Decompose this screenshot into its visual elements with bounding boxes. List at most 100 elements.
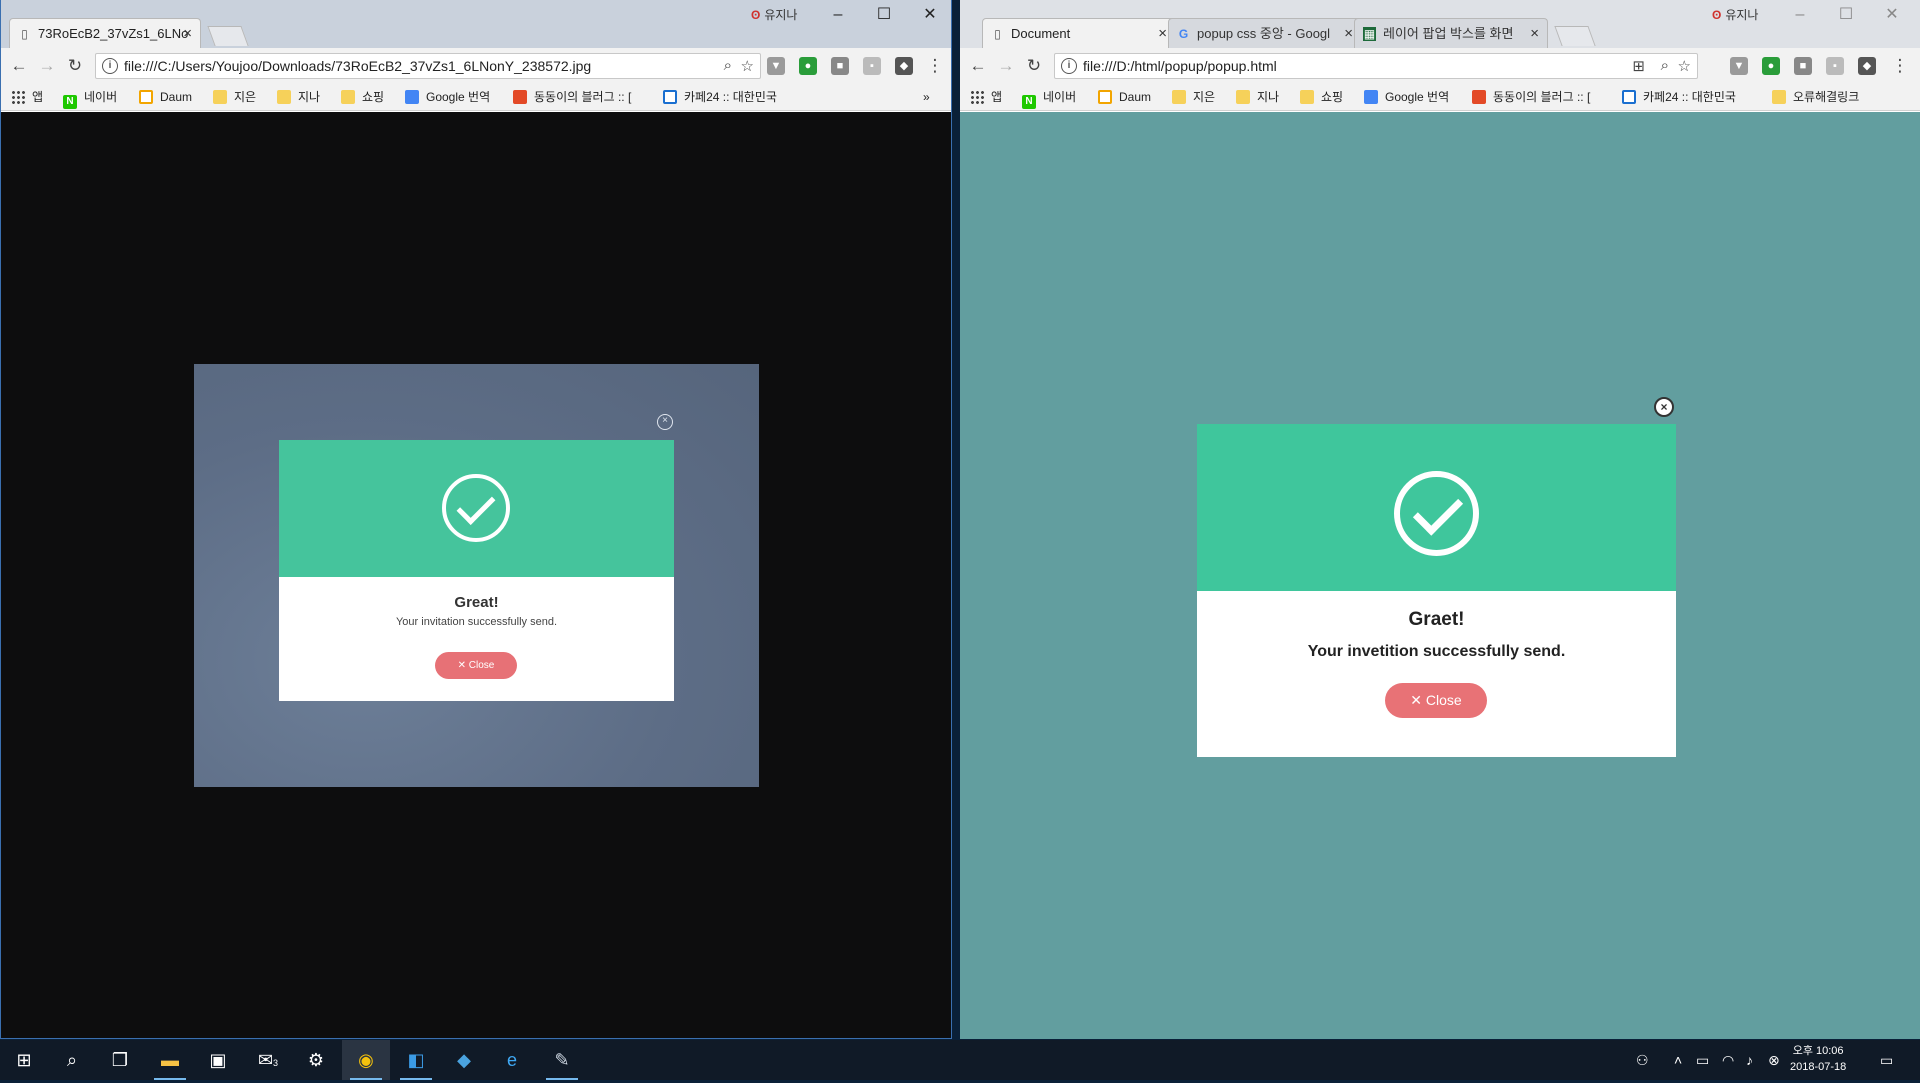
extension-icon[interactable]: ▼: [1730, 57, 1748, 75]
notification-icon[interactable]: ▭: [1880, 1040, 1893, 1080]
maximize-button[interactable]: ☐: [861, 0, 907, 30]
search-icon[interactable]: ⌕: [48, 1040, 96, 1080]
bookmark-star-icon[interactable]: ☆: [1678, 57, 1691, 75]
bookmark-star-icon[interactable]: ☆: [741, 57, 754, 75]
clock[interactable]: 오후 10:06 2018-07-18: [1790, 1043, 1846, 1075]
bookmark-daum[interactable]: Daum: [139, 88, 192, 106]
bookmark-folder[interactable]: 지나: [277, 88, 320, 106]
bookmark-folder[interactable]: 지나: [1236, 88, 1279, 106]
new-tab-button[interactable]: [1554, 26, 1596, 46]
reload-button[interactable]: ↻: [1024, 56, 1044, 76]
bookmark-naver[interactable]: N 네이버: [1022, 88, 1076, 109]
settings-icon[interactable]: ⚙: [292, 1040, 340, 1080]
bookmark-daum[interactable]: Daum: [1098, 88, 1151, 106]
bookmark-folder[interactable]: 지은: [1172, 88, 1215, 106]
reload-button[interactable]: ↻: [65, 56, 85, 76]
address-bar[interactable]: i file:///C:/Users/Youjoo/Downloads/73Ro…: [95, 53, 761, 79]
app-icon[interactable]: ◆: [440, 1040, 488, 1080]
battery-icon[interactable]: ▭: [1696, 1040, 1709, 1080]
forward-button[interactable]: →: [996, 56, 1016, 76]
bookmark-cafe24[interactable]: 카페24 :: 대한민국: [663, 88, 777, 106]
zoom-icon[interactable]: ⌕: [724, 57, 732, 74]
bookmark-apps[interactable]: 앱: [970, 88, 1002, 106]
edge-icon[interactable]: e: [488, 1040, 536, 1080]
ime-icon[interactable]: ⊗: [1768, 1040, 1780, 1080]
info-icon[interactable]: i: [1061, 58, 1077, 74]
zoom-icon[interactable]: ⌕: [1661, 57, 1669, 74]
bookmark-blog[interactable]: 동동이의 블러그 :: [: [1472, 88, 1590, 106]
extension-icon[interactable]: ◆: [895, 57, 913, 75]
translate-icon[interactable]: ⊞: [1632, 57, 1645, 75]
bookmark-google-translate[interactable]: Google 번역: [1364, 88, 1449, 106]
people-icon[interactable]: ⚇: [1636, 1040, 1649, 1080]
left-browser-window: ▯ 73RoEcB2_37vZs1_6LNo × ʘ 유지나 – ☐ ✕ ← → …: [0, 0, 952, 1039]
new-tab-button[interactable]: [207, 26, 249, 46]
store-icon[interactable]: ▣: [194, 1040, 242, 1080]
bookmark-cafe24[interactable]: 카페24 :: 대한민국: [1622, 88, 1736, 106]
bookmark-folder[interactable]: 지은: [213, 88, 256, 106]
bookmark-blog[interactable]: 동동이의 블러그 :: [: [513, 88, 631, 106]
file-explorer-icon[interactable]: ▬: [146, 1040, 194, 1080]
bookmark-apps[interactable]: 앱: [11, 88, 43, 106]
profile-badge[interactable]: ʘ 유지나: [1712, 6, 1758, 23]
extension-icon[interactable]: ●: [1762, 57, 1780, 75]
tab-title: popup css 중앙 - Googl: [1197, 26, 1331, 41]
popup-message: Your invitation successfully send.: [395, 616, 557, 628]
toolbar: ← → ↻ i file:///D:/html/popup/popup.html…: [960, 48, 1920, 84]
address-bar[interactable]: i file:///D:/html/popup/popup.html ⊞ ⌕ ☆: [1054, 53, 1698, 79]
taskbar: ⊞ ⌕ ❐ ▬ ▣ ✉3 ⚙ ◉ ◧ ◆ e ✎ ⚇ ˄ ▭ ◠ ♪ ⊗ 오후 …: [0, 1040, 1920, 1080]
bookmark-naver[interactable]: N 네이버: [63, 88, 117, 109]
popup-close-icon[interactable]: ×: [1654, 397, 1674, 417]
volume-icon[interactable]: ♪: [1746, 1040, 1753, 1080]
menu-icon[interactable]: ⋮: [925, 56, 945, 76]
profile-badge[interactable]: ʘ 유지나: [751, 6, 797, 23]
back-button[interactable]: ←: [968, 56, 988, 76]
mail-icon[interactable]: ✉3: [244, 1040, 292, 1080]
menu-icon[interactable]: ⋮: [1890, 56, 1910, 76]
apps-icon: [970, 90, 984, 104]
google-translate-icon: [1364, 90, 1378, 104]
close-button[interactable]: ✕ Close: [1385, 683, 1487, 718]
minimize-button[interactable]: –: [815, 0, 861, 30]
extension-icon[interactable]: ■: [831, 57, 849, 75]
task-view-icon[interactable]: ❐: [96, 1040, 144, 1080]
maximize-button[interactable]: ☐: [1823, 0, 1869, 30]
chevron-up-icon[interactable]: ˄: [1674, 1040, 1682, 1080]
chrome-icon[interactable]: ◉: [342, 1040, 390, 1080]
minimize-button[interactable]: –: [1777, 0, 1823, 30]
url-text[interactable]: file:///C:/Users/Youjoo/Downloads/73RoEc…: [124, 54, 591, 78]
tab-close-icon[interactable]: ×: [1158, 19, 1167, 48]
paint-icon[interactable]: ✎: [538, 1040, 586, 1080]
info-icon[interactable]: i: [102, 58, 118, 74]
tab-layer-popup[interactable]: ▦ 레이어 팝업 박스를 화면 ×: [1354, 18, 1548, 48]
start-button[interactable]: ⊞: [0, 1040, 48, 1080]
bookmark-folder[interactable]: 쇼핑: [1300, 88, 1343, 106]
extension-icon[interactable]: ▼: [767, 57, 785, 75]
close-window-button[interactable]: ✕: [907, 0, 951, 30]
tab-close-icon[interactable]: ×: [1344, 19, 1353, 48]
x-icon: ✕: [1410, 692, 1426, 708]
vscode-icon[interactable]: ◧: [392, 1040, 440, 1080]
extension-icon[interactable]: ▪: [1826, 57, 1844, 75]
extension-icon[interactable]: ▪: [863, 57, 881, 75]
tab-close-icon[interactable]: ×: [1530, 19, 1539, 48]
cafe24-icon: [663, 90, 677, 104]
back-button[interactable]: ←: [9, 56, 29, 76]
extension-icon[interactable]: ◆: [1858, 57, 1876, 75]
clock-date: 2018-07-18: [1790, 1061, 1847, 1073]
forward-button[interactable]: →: [37, 56, 57, 76]
extension-icon[interactable]: ●: [799, 57, 817, 75]
extension-icon[interactable]: ■: [1794, 57, 1812, 75]
url-text[interactable]: file:///D:/html/popup/popup.html: [1083, 54, 1277, 78]
tab-image[interactable]: ▯ 73RoEcB2_37vZs1_6LNo ×: [9, 18, 201, 48]
bookmark-folder[interactable]: 쇼핑: [341, 88, 384, 106]
bookmark-folder[interactable]: 오류해결링크: [1772, 88, 1859, 106]
close-window-button[interactable]: ✕: [1869, 0, 1915, 30]
tab-close-icon[interactable]: ×: [183, 19, 192, 48]
site-icon: ▦: [1363, 27, 1376, 41]
tab-google-search[interactable]: G popup css 중앙 - Googl ×: [1168, 18, 1362, 48]
bookmark-google-translate[interactable]: Google 번역: [405, 88, 490, 106]
wifi-icon[interactable]: ◠: [1722, 1040, 1734, 1080]
bookmarks-overflow[interactable]: »: [923, 88, 930, 106]
tab-document[interactable]: ▯ Document ×: [982, 18, 1176, 48]
